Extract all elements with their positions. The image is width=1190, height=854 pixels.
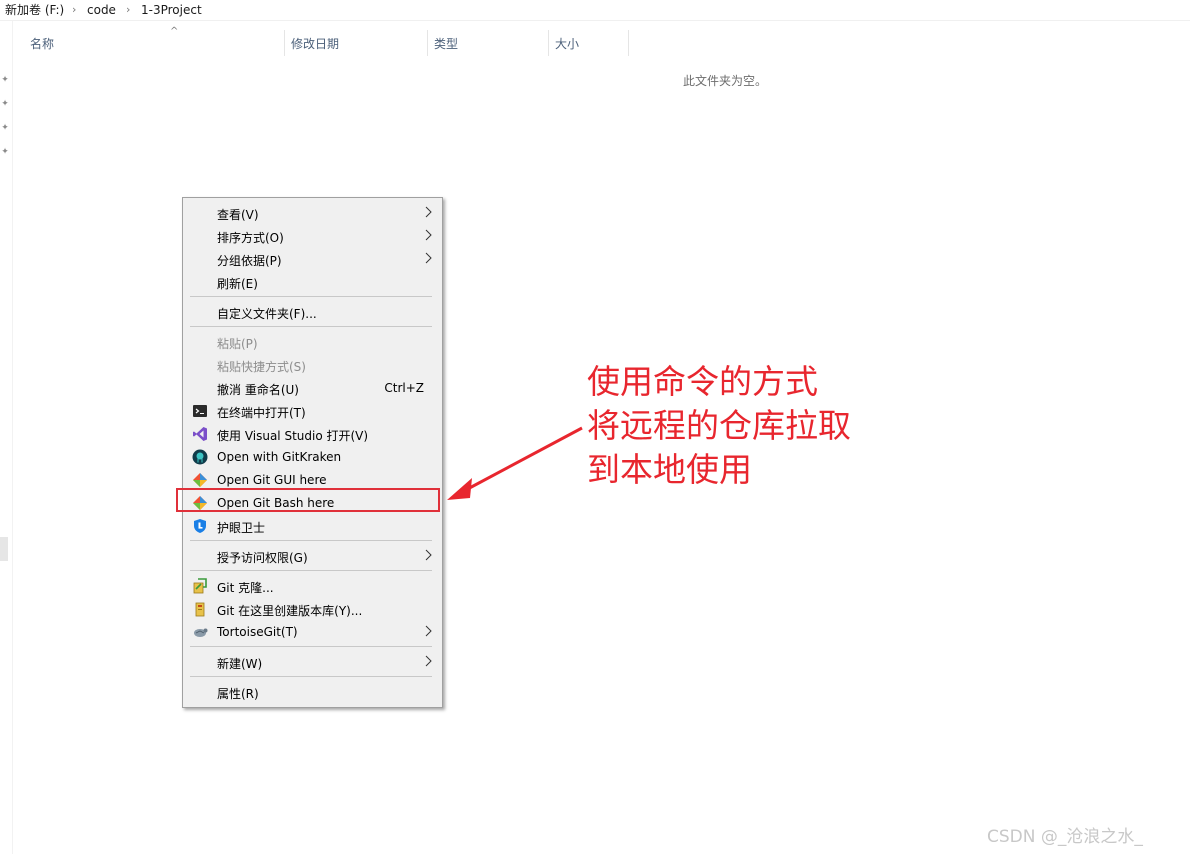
terminal-icon	[193, 405, 207, 417]
breadcrumb-separator: ›	[72, 3, 77, 16]
menu-item-label: TortoiseGit(T)	[217, 625, 298, 639]
eye-guard-icon	[194, 519, 206, 533]
git-create-repo-icon	[195, 602, 205, 617]
breadcrumb-item-code[interactable]: code	[87, 0, 116, 20]
sort-ascending-icon: ^	[170, 26, 179, 37]
menu-item-label: 新建(W)	[217, 657, 263, 671]
breadcrumb-item-project[interactable]: 1-3Project	[141, 0, 202, 20]
git-gui-icon	[193, 473, 207, 487]
menu-item-git-clone[interactable]: Git 克隆...	[183, 575, 442, 597]
chevron-right-icon	[425, 252, 432, 264]
menu-item-sort[interactable]: 排序方式(O)	[183, 225, 442, 247]
menu-separator	[190, 676, 432, 677]
column-divider[interactable]	[628, 30, 629, 56]
menu-item-eye-guard[interactable]: 护眼卫士	[183, 515, 442, 537]
menu-item-open-git-gui[interactable]: Open Git GUI here	[183, 469, 442, 491]
menu-separator	[190, 570, 432, 571]
menu-item-label: 属性(R)	[217, 687, 259, 701]
menu-item-label: 护眼卫士	[217, 521, 266, 535]
pin-icon: ✦	[1, 147, 9, 157]
menu-item-label: 查看(V)	[217, 208, 259, 222]
menu-item-customize-folder[interactable]: 自定义文件夹(F)...	[183, 301, 442, 323]
chevron-right-icon	[425, 229, 432, 241]
annotation-line: 将远程的仓库拉取	[587, 406, 851, 445]
context-menu: 查看(V) 排序方式(O) 分组依据(P) 刷新(E) 自定义文件夹(F)...…	[182, 197, 443, 708]
nav-scrollbar-thumb[interactable]	[0, 537, 8, 561]
column-divider[interactable]	[548, 30, 549, 56]
chevron-right-icon	[425, 206, 432, 218]
menu-item-label: Open Git Bash here	[217, 496, 335, 510]
menu-item-paste-shortcut[interactable]: 粘贴快捷方式(S)	[183, 354, 442, 376]
menu-item-label: Open Git GUI here	[217, 473, 327, 487]
column-header-size[interactable]: 大小	[555, 35, 579, 52]
menu-item-open-git-bash[interactable]: Open Git Bash here	[183, 492, 442, 514]
visual-studio-icon	[193, 427, 207, 441]
menu-item-label: 分组依据(P)	[217, 254, 282, 268]
menu-item-label: Open with GitKraken	[217, 450, 342, 464]
menu-separator	[190, 326, 432, 327]
menu-item-label: 在终端中打开(T)	[217, 406, 306, 420]
menu-item-undo-rename[interactable]: 撤消 重命名(U) Ctrl+Z	[183, 377, 442, 399]
empty-folder-message: 此文件夹为空。	[683, 74, 768, 88]
menu-separator	[190, 296, 432, 297]
chevron-right-icon	[425, 549, 432, 561]
menu-item-label: 排序方式(O)	[217, 231, 284, 245]
menu-item-open-terminal[interactable]: 在终端中打开(T)	[183, 400, 442, 422]
menu-item-label: 授予访问权限(G)	[217, 551, 308, 565]
menu-item-label: 撤消 重命名(U)	[217, 383, 299, 397]
chevron-right-icon	[425, 625, 432, 637]
column-header-type[interactable]: 类型	[434, 35, 458, 52]
menu-item-label: 使用 Visual Studio 打开(V)	[217, 429, 369, 443]
menu-item-label: 粘贴(P)	[217, 337, 258, 351]
menu-item-tortoisegit[interactable]: TortoiseGit(T)	[183, 621, 442, 643]
menu-item-open-gitkraken[interactable]: Open with GitKraken	[183, 446, 442, 468]
column-divider[interactable]	[284, 30, 285, 56]
menu-item-new[interactable]: 新建(W)	[183, 651, 442, 673]
chevron-right-icon	[425, 655, 432, 667]
menu-item-label: Git 克隆...	[217, 581, 274, 595]
tortoisegit-icon	[194, 628, 208, 637]
menu-item-open-visual-studio[interactable]: 使用 Visual Studio 打开(V)	[183, 423, 442, 445]
breadcrumb-separator: ›	[126, 3, 131, 16]
menu-item-label: Git 在这里创建版本库(Y)...	[217, 604, 363, 618]
pin-icon: ✦	[1, 123, 9, 133]
git-clone-icon	[193, 578, 207, 594]
column-divider[interactable]	[427, 30, 428, 56]
watermark: CSDN @_沧浪之水_	[987, 827, 1143, 847]
pin-icon: ✦	[1, 99, 9, 109]
menu-item-refresh[interactable]: 刷新(E)	[183, 271, 442, 293]
menu-item-view[interactable]: 查看(V)	[183, 202, 442, 224]
annotation-line: 使用命令的方式	[587, 362, 818, 401]
menu-item-shortcut: Ctrl+Z	[384, 381, 424, 395]
breadcrumb: 新加卷 (F:) › code › 1-3Project	[0, 0, 1190, 21]
gitkraken-icon	[192, 449, 208, 465]
menu-item-label: 自定义文件夹(F)...	[217, 307, 317, 321]
menu-separator	[190, 646, 432, 647]
annotation-line: 到本地使用	[587, 450, 752, 489]
menu-item-grant-access[interactable]: 授予访问权限(G)	[183, 545, 442, 567]
menu-separator	[190, 540, 432, 541]
pin-icon: ✦	[1, 75, 9, 85]
menu-item-paste[interactable]: 粘贴(P)	[183, 331, 442, 353]
annotation-text: 使用命令的方式 将远程的仓库拉取 到本地使用	[587, 360, 851, 492]
column-header-modified[interactable]: 修改日期	[291, 35, 339, 52]
menu-item-properties[interactable]: 属性(R)	[183, 681, 442, 703]
git-bash-icon	[193, 496, 207, 510]
navigation-pane: ✦ ✦ ✦ ✦	[0, 21, 13, 854]
menu-item-label: 粘贴快捷方式(S)	[217, 360, 306, 374]
column-header-name[interactable]: 名称	[30, 35, 54, 52]
breadcrumb-item-drive[interactable]: 新加卷 (F:)	[5, 0, 64, 20]
menu-item-label: 刷新(E)	[217, 277, 258, 291]
menu-item-git-create-repo[interactable]: Git 在这里创建版本库(Y)...	[183, 598, 442, 620]
menu-item-group[interactable]: 分组依据(P)	[183, 248, 442, 270]
column-header-row: ^ 名称 修改日期 类型 大小	[20, 26, 630, 56]
